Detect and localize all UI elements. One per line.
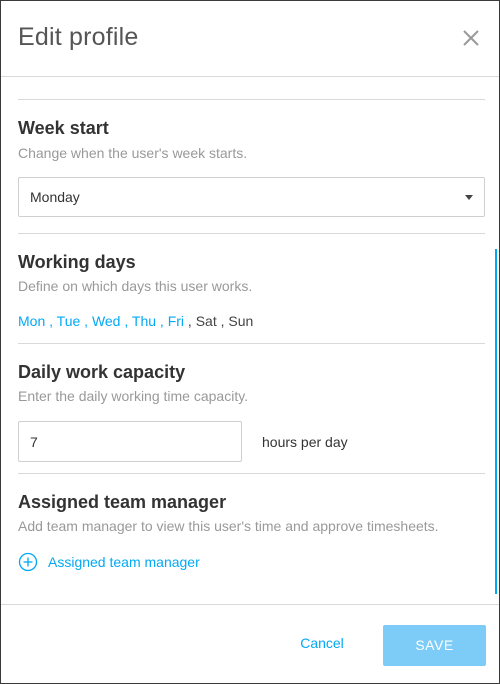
dialog-title: Edit profile [18,23,139,51]
day-separator: , [120,313,132,329]
plus-circle-icon [18,552,38,572]
save-button[interactable]: SAVE [383,625,486,666]
daily-capacity-description: Enter the daily working time capacity. [18,388,249,404]
working-days-title: Working days [18,252,136,272]
divider [18,99,485,100]
day-sun[interactable]: Sun [228,313,253,329]
scrollbar[interactable] [495,249,497,594]
dialog-header: Edit profile [1,1,499,77]
edit-profile-dialog: Edit profile Week start Change when the … [0,0,500,684]
week-start-select[interactable]: Monday [18,177,485,217]
day-separator: , [80,313,92,329]
week-start-description: Change when the user's week starts. [18,145,248,161]
day-tue[interactable]: Tue [57,313,81,329]
caret-down-icon [465,195,473,200]
divider [18,233,485,234]
day-fri[interactable]: Fri [168,313,184,329]
cancel-button[interactable]: Cancel [290,635,354,657]
day-separator: , [184,313,196,329]
day-thu[interactable]: Thu [132,313,156,329]
team-manager-title: Assigned team manager [18,492,227,512]
divider [18,473,485,474]
week-start-selected-value: Monday [30,189,80,205]
day-separator: , [45,313,57,329]
daily-capacity-input[interactable] [18,421,242,462]
week-start-title: Week start [18,118,109,138]
dialog-footer: Cancel SAVE [1,604,499,683]
day-wed[interactable]: Wed [92,313,121,329]
daily-capacity-title: Daily work capacity [18,362,186,382]
divider [18,343,485,344]
daily-capacity-unit: hours per day [262,434,348,450]
day-separator: , [156,313,168,329]
day-mon[interactable]: Mon [18,313,45,329]
day-sat[interactable]: Sat [196,313,217,329]
close-icon[interactable] [461,28,481,48]
team-manager-description: Add team manager to view this user's tim… [18,518,439,534]
day-separator: , [216,313,229,329]
working-days-list: Mon , Tue , Wed , Thu , Fri , Sat , Sun [18,313,253,329]
add-team-manager-label: Assigned team manager [48,554,200,570]
working-days-description: Define on which days this user works. [18,278,253,294]
